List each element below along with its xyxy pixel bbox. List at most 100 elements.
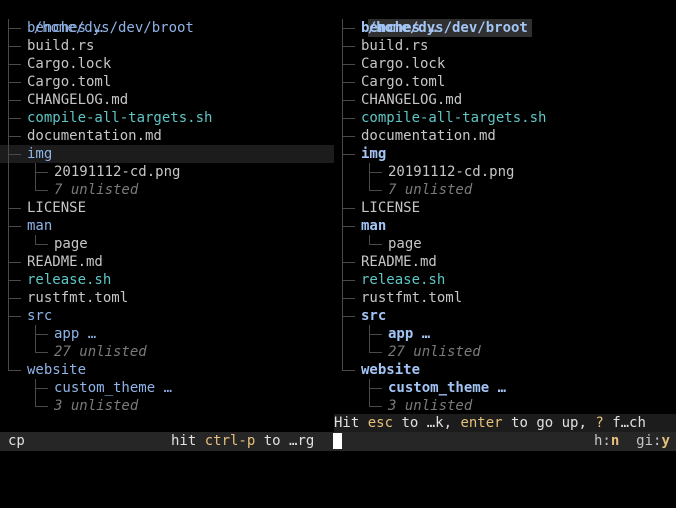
entry-name: app …	[388, 326, 431, 342]
tree-dir-row[interactable]: app …	[0, 325, 334, 343]
tree-dir-row[interactable]: img	[334, 145, 676, 163]
entry-name: documentation.md	[361, 128, 496, 144]
entry-name: man	[27, 218, 53, 234]
tree-file-row[interactable]: Cargo.lock	[0, 55, 334, 73]
entry-name: src	[27, 308, 53, 324]
entry-name: compile-all-targets.sh	[27, 110, 213, 126]
entry-name: README.md	[27, 254, 103, 270]
tree-file-row[interactable]: 20191112-cd.png	[334, 163, 676, 181]
entry-name: benches …	[361, 20, 437, 36]
flags-display: h:n gi:y	[594, 432, 670, 451]
tree-file-row[interactable]: rustfmt.toml	[334, 289, 676, 307]
tree-dir-row[interactable]: man	[0, 217, 334, 235]
entry-name: compile-all-targets.sh	[361, 110, 547, 126]
flag-hidden-label: h:	[594, 433, 611, 449]
entry-name: rustfmt.toml	[27, 290, 129, 306]
tree-file-row[interactable]: README.md	[0, 253, 334, 271]
entry-name: 27 unlisted	[388, 344, 481, 360]
tree-dir-row[interactable]: custom_theme …	[334, 379, 676, 397]
tree-file-row[interactable]: CHANGELOG.md	[0, 91, 334, 109]
entry-name: app …	[54, 326, 97, 342]
entry-name: src	[361, 308, 387, 324]
entry-name: website	[361, 362, 421, 378]
tree-dir-row[interactable]: img	[0, 145, 334, 163]
entry-name: custom_theme …	[54, 380, 173, 396]
tree-file-row[interactable]: LICENSE	[334, 199, 676, 217]
tree-file-row[interactable]: CHANGELOG.md	[334, 91, 676, 109]
tree-file-row[interactable]: build.rs	[0, 37, 334, 55]
entry-name: release.sh	[361, 272, 446, 288]
entry-name: img	[27, 146, 53, 162]
unlisted-count[interactable]: 27 unlisted	[0, 343, 334, 361]
unlisted-count[interactable]: 27 unlisted	[334, 343, 676, 361]
flag-gitignore-value: y	[661, 433, 670, 449]
unlisted-count[interactable]: 7 unlisted	[0, 181, 334, 199]
tree-file-row[interactable]: Cargo.lock	[334, 55, 676, 73]
tree-file-row[interactable]: page	[334, 235, 676, 253]
tree-root[interactable]: /home/dys/dev/broot	[334, 1, 676, 37]
tree-dir-row[interactable]: benches …	[0, 19, 334, 37]
entry-name: LICENSE	[27, 200, 87, 216]
entry-name: rustfmt.toml	[361, 290, 463, 306]
entry-name: 3 unlisted	[54, 398, 139, 414]
tree-file-row[interactable]: release.sh	[334, 271, 676, 289]
entry-name: 20191112-cd.png	[388, 164, 515, 180]
entry-name: benches …	[27, 20, 103, 36]
text-cursor	[333, 433, 342, 449]
unlisted-count[interactable]: 3 unlisted	[334, 397, 676, 414]
status-text: to go up,	[502, 415, 596, 431]
tree-file-row[interactable]: 20191112-cd.png	[0, 163, 334, 181]
hint-text: hit	[171, 433, 205, 449]
tree-root[interactable]: /home/dys/dev/broot	[0, 1, 334, 36]
flag-gitignore-label: gi:	[636, 433, 662, 449]
entry-name: 27 unlisted	[54, 344, 147, 360]
tree-file-row[interactable]: compile-all-targets.sh	[334, 109, 676, 127]
command-input[interactable]: cp	[8, 432, 25, 451]
hint-text: to …rg	[255, 433, 315, 449]
tree-dir-row[interactable]: benches …	[334, 19, 676, 37]
status-text: Hit	[334, 415, 368, 431]
unlisted-count[interactable]: 7 unlisted	[334, 181, 676, 199]
left-tree-panel[interactable]: /home/dys/dev/broot benches … build.rs Car…	[0, 0, 334, 414]
tree-file-row[interactable]: rustfmt.toml	[0, 289, 334, 307]
tree-file-row[interactable]: release.sh	[0, 271, 334, 289]
entry-name: CHANGELOG.md	[361, 92, 463, 108]
status-key-help: ?	[595, 415, 604, 431]
tree-file-row[interactable]: LICENSE	[0, 199, 334, 217]
hint-key: ctrl-p	[204, 433, 256, 449]
tree-dir-row[interactable]: src	[334, 307, 676, 325]
tree-file-row[interactable]: Cargo.toml	[0, 73, 334, 91]
entry-name: 20191112-cd.png	[54, 164, 181, 180]
tree-dir-row[interactable]: man	[334, 217, 676, 235]
right-tree-panel[interactable]: /home/dys/dev/broot benches … build.rs Car…	[334, 0, 676, 414]
unlisted-count[interactable]: 3 unlisted	[0, 397, 334, 414]
verb-hint: hit ctrl-p to …rg	[171, 432, 314, 451]
entry-name: website	[27, 362, 87, 378]
tree-file-row[interactable]: documentation.md	[0, 127, 334, 145]
tree-dir-row[interactable]: src	[0, 307, 334, 325]
status-bar: Hit esc to …k, enter to go up, ? f…ch	[334, 414, 676, 432]
entry-name: documentation.md	[27, 128, 162, 144]
entry-name: Cargo.toml	[27, 74, 112, 90]
tree-file-row[interactable]: compile-all-targets.sh	[0, 109, 334, 127]
tree-dir-row[interactable]: website	[0, 361, 334, 379]
tree-dir-row[interactable]: app …	[334, 325, 676, 343]
status-key-enter: enter	[460, 415, 503, 431]
entry-name: custom_theme …	[388, 380, 507, 396]
entry-name: Cargo.lock	[27, 56, 112, 72]
tree-file-row[interactable]: Cargo.toml	[334, 73, 676, 91]
tree-file-row[interactable]: documentation.md	[334, 127, 676, 145]
tree-file-row[interactable]: README.md	[334, 253, 676, 271]
entry-name: 3 unlisted	[388, 398, 473, 414]
entry-name: build.rs	[27, 38, 95, 54]
entry-name: man	[361, 218, 387, 234]
entry-name: 7 unlisted	[54, 182, 139, 198]
entry-name: page	[54, 236, 88, 252]
tree-dir-row[interactable]: custom_theme …	[0, 379, 334, 397]
status-text: …k,	[426, 415, 461, 431]
tree-file-row[interactable]: page	[0, 235, 334, 253]
tree-file-row[interactable]: build.rs	[334, 37, 676, 55]
entry-name: page	[388, 236, 422, 252]
entry-name: build.rs	[361, 38, 429, 54]
tree-dir-row[interactable]: website	[334, 361, 676, 379]
